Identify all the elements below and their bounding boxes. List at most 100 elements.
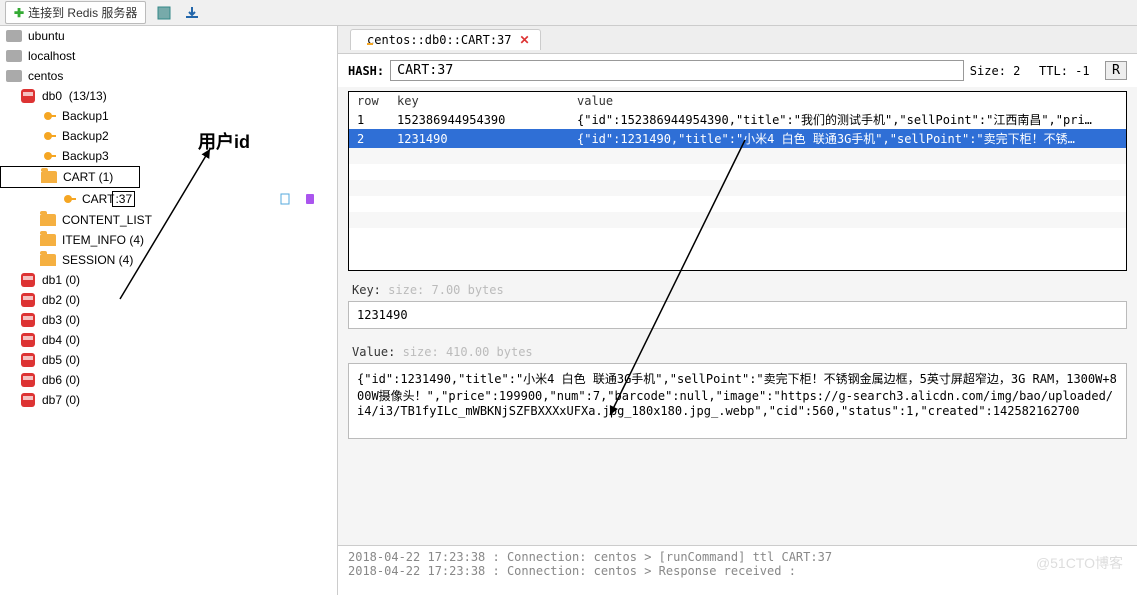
sidebar-tree[interactable]: ubuntu localhost centos db0 (13/13) Back…	[0, 26, 338, 595]
folder-icon	[40, 214, 56, 226]
table-row[interactable]: 2 1231490 {"id":1231490,"title":"小米4 白色 …	[349, 129, 1126, 148]
annotation-label: 用户id	[198, 128, 250, 154]
ttl-label: TTL: -1	[1039, 64, 1090, 78]
db-count: (0)	[65, 373, 80, 387]
db-label: db3	[42, 313, 62, 327]
folder-label: CART (1)	[63, 170, 113, 184]
db4-item[interactable]: db4 (0)	[0, 330, 337, 350]
key-label: Backup3	[62, 149, 109, 163]
folder-content-list[interactable]: CONTENT_LIST	[0, 210, 337, 230]
value-section-label: Value: size: 410.00 bytes	[338, 337, 1137, 363]
db-count: (0)	[65, 313, 80, 327]
hash-header: HASH: Size: 2 TTL: -1 R	[338, 54, 1137, 87]
th-key: key	[389, 92, 569, 110]
database-icon	[21, 373, 35, 387]
log-panel: 2018-04-22 17:23:38 : Connection: centos…	[338, 545, 1137, 595]
key-icon	[64, 195, 72, 203]
watermark: @51CTO博客	[1036, 553, 1123, 573]
db-count: (0)	[65, 293, 80, 307]
db-count: (0)	[65, 333, 80, 347]
key-cart-37[interactable]: CART:37	[0, 188, 337, 210]
server-label: centos	[28, 69, 63, 83]
database-icon	[21, 333, 35, 347]
db2-item[interactable]: db2 (0)	[0, 290, 337, 310]
db-count: (13/13)	[69, 89, 107, 103]
refresh-button[interactable]: R	[1105, 61, 1127, 80]
tab-bar: centos::db0::CART:37 ✕	[338, 26, 1137, 54]
tool-icon-1[interactable]	[154, 3, 174, 23]
key-section-label: Key: size: 7.00 bytes	[338, 275, 1137, 301]
server-label: localhost	[28, 49, 75, 63]
db-count: (0)	[65, 273, 80, 287]
key-label-prefix: CART	[82, 192, 114, 206]
key-label-id: :37	[112, 191, 135, 207]
key-backup3[interactable]: Backup3	[0, 146, 337, 166]
db-label: db6	[42, 373, 62, 387]
import-icon[interactable]	[182, 3, 202, 23]
key-value-box[interactable]: 1231490	[348, 301, 1127, 329]
copy-icon[interactable]	[279, 192, 293, 206]
server-localhost[interactable]: localhost	[0, 46, 337, 66]
th-value: value	[569, 92, 1126, 110]
hash-table[interactable]: row key value 1 152386944954390 {"id":15…	[348, 91, 1127, 271]
db5-item[interactable]: db5 (0)	[0, 350, 337, 370]
server-label: ubuntu	[28, 29, 65, 43]
hash-label: HASH:	[348, 64, 384, 78]
folder-label: CONTENT_LIST	[62, 213, 152, 227]
database-icon	[21, 293, 35, 307]
database-icon	[21, 353, 35, 367]
table-header: row key value	[349, 92, 1126, 110]
db-label: db4	[42, 333, 62, 347]
database-icon	[21, 393, 35, 407]
folder-icon	[40, 234, 56, 246]
delete-icon[interactable]	[303, 192, 317, 206]
server-icon	[6, 30, 22, 42]
db-label: db2	[42, 293, 62, 307]
folder-icon	[41, 171, 57, 183]
server-ubuntu[interactable]: ubuntu	[0, 26, 337, 46]
key-icon	[44, 152, 52, 160]
key-backup2[interactable]: Backup2	[0, 126, 337, 146]
server-icon	[6, 50, 22, 62]
folder-session[interactable]: SESSION (4)	[0, 250, 337, 270]
connect-button[interactable]: ✚ 连接到 Redis 服务器	[5, 1, 146, 24]
db3-item[interactable]: db3 (0)	[0, 310, 337, 330]
log-line: 2018-04-22 17:23:38 : Connection: centos…	[348, 564, 1127, 578]
database-icon	[21, 313, 35, 327]
key-label: Backup2	[62, 129, 109, 143]
folder-item-info[interactable]: ITEM_INFO (4)	[0, 230, 337, 250]
close-icon[interactable]: ✕	[520, 33, 530, 47]
th-row: row	[349, 92, 389, 110]
table-row[interactable]: 1 152386944954390 {"id":152386944954390,…	[349, 110, 1126, 129]
db0-item[interactable]: db0 (13/13)	[0, 86, 337, 106]
db-label: db0	[42, 89, 62, 103]
db6-item[interactable]: db6 (0)	[0, 370, 337, 390]
key-backup1[interactable]: Backup1	[0, 106, 337, 126]
tab-cart37[interactable]: centos::db0::CART:37 ✕	[350, 29, 541, 50]
server-centos[interactable]: centos	[0, 66, 337, 86]
db1-item[interactable]: db1 (0)	[0, 270, 337, 290]
db-count: (0)	[65, 393, 80, 407]
db7-item[interactable]: db7 (0)	[0, 390, 337, 410]
folder-icon	[40, 254, 56, 266]
folder-label: ITEM_INFO (4)	[62, 233, 144, 247]
main-toolbar: ✚ 连接到 Redis 服务器	[0, 0, 1137, 26]
key-icon	[44, 132, 52, 140]
folder-cart[interactable]: CART (1)	[0, 166, 140, 188]
tab-title: centos::db0::CART:37	[367, 33, 512, 47]
connect-label: 连接到 Redis 服务器	[28, 4, 137, 21]
hash-key-input[interactable]	[390, 60, 964, 81]
key-label: Backup1	[62, 109, 109, 123]
plus-icon: ✚	[14, 6, 24, 20]
log-line: 2018-04-22 17:23:38 : Connection: centos…	[348, 550, 1127, 564]
database-icon	[21, 89, 35, 103]
folder-label: SESSION (4)	[62, 253, 133, 267]
db-label: db1	[42, 273, 62, 287]
db-count: (0)	[65, 353, 80, 367]
value-box[interactable]: {"id":1231490,"title":"小米4 白色 联通3G手机","s…	[348, 363, 1127, 439]
db-label: db7	[42, 393, 62, 407]
server-icon	[6, 70, 22, 82]
content-pane: centos::db0::CART:37 ✕ HASH: Size: 2 TTL…	[338, 26, 1137, 595]
key-icon	[44, 112, 52, 120]
database-icon	[21, 273, 35, 287]
